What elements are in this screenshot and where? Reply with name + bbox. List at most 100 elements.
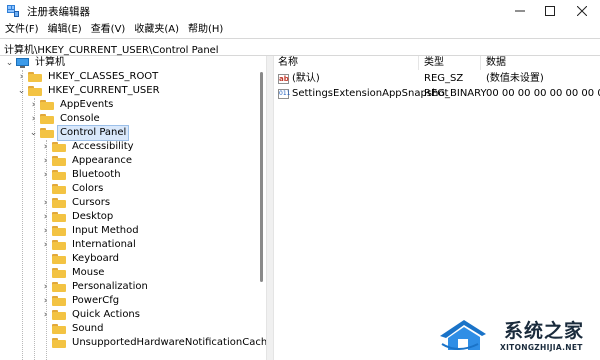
minimize-button[interactable] <box>504 0 536 22</box>
registry-tree[interactable]: ⌄ 计算机 › HKEY_CLASSES_ROOT ⌄ HKEY_CURRENT… <box>0 56 266 360</box>
value-data: 00 00 00 00 00 00 00 00 <box>486 88 600 99</box>
title-bar[interactable]: 注册表编辑器 <box>0 0 600 22</box>
tree-item-international[interactable]: › International <box>41 238 138 252</box>
tree-label: Mouse <box>72 267 105 278</box>
column-divider[interactable] <box>418 56 419 70</box>
address-bar[interactable]: 计算机\HKEY_CURRENT_USER\Control Panel <box>0 38 600 56</box>
tree-item-appearance[interactable]: › Appearance <box>41 154 134 168</box>
tree-label: Control Panel <box>56 125 130 141</box>
list-header: 名称 类型 数据 <box>273 56 600 70</box>
tree-item-unsupported-hw-cache[interactable]: › UnsupportedHardwareNotificationCache <box>41 336 266 350</box>
column-divider[interactable] <box>480 56 481 70</box>
folder-icon <box>52 212 66 222</box>
tree-item-bluetooth[interactable]: › Bluetooth <box>41 168 123 182</box>
tree-label: HKEY_CLASSES_ROOT <box>48 71 159 82</box>
tree-item-hkcu[interactable]: ⌄ HKEY_CURRENT_USER <box>17 84 162 98</box>
column-name[interactable]: 名称 <box>278 56 298 70</box>
chevron-down-icon[interactable]: ⌄ <box>17 84 26 98</box>
tree-item-desktop[interactable]: › Desktop <box>41 210 115 224</box>
tree-label: Desktop <box>72 211 114 222</box>
folder-icon <box>52 268 66 278</box>
column-data[interactable]: 数据 <box>486 56 506 70</box>
menu-edit[interactable]: 编辑(E) <box>43 22 86 38</box>
value-type: REG_SZ <box>424 73 464 84</box>
folder-icon <box>52 254 66 264</box>
folder-icon <box>52 324 66 334</box>
menu-favorites[interactable]: 收藏夹(A) <box>129 22 183 38</box>
maximize-button[interactable] <box>534 0 566 22</box>
folder-icon <box>52 156 66 166</box>
watermark-house-logo <box>438 314 488 354</box>
chevron-right-icon[interactable]: › <box>41 154 50 168</box>
folder-icon <box>28 72 42 82</box>
chevron-right-icon[interactable]: › <box>41 280 50 294</box>
tree-label: Personalization <box>72 281 148 292</box>
tree-item-input-method[interactable]: › Input Method <box>41 224 141 238</box>
value-name: (默认) <box>292 73 320 84</box>
chevron-right-icon[interactable]: › <box>41 224 50 238</box>
chevron-right-icon[interactable]: › <box>41 210 50 224</box>
column-type[interactable]: 类型 <box>424 56 444 70</box>
chevron-right-icon[interactable]: › <box>41 294 50 308</box>
menu-bar: 文件(F) 编辑(E) 查看(V) 收藏夹(A) 帮助(H) <box>0 22 600 38</box>
tree-item-sound[interactable]: › Sound <box>41 322 106 336</box>
address-path[interactable]: 计算机\HKEY_CURRENT_USER\Control Panel <box>4 41 219 56</box>
chevron-right-icon[interactable]: › <box>17 70 26 84</box>
value-row[interactable]: ab (默认) REG_SZ (数值未设置) <box>273 72 600 86</box>
chevron-down-icon[interactable]: ⌄ <box>29 126 38 140</box>
chevron-right-icon[interactable]: › <box>41 196 50 210</box>
folder-icon <box>52 282 66 292</box>
chevron-right-icon[interactable]: › <box>41 238 50 252</box>
tree-item-quick-actions[interactable]: › Quick Actions <box>41 308 142 322</box>
site-watermark: 系统之家 XITONGZHIJIA.NET <box>438 310 598 358</box>
value-data: (数值未设置) <box>486 73 544 84</box>
chevron-right-icon[interactable]: › <box>41 140 50 154</box>
tree-item-accessibility[interactable]: › Accessibility <box>41 140 136 154</box>
tree-item-appevents[interactable]: › AppEvents <box>29 98 115 112</box>
tree-label: International <box>72 239 136 250</box>
close-button[interactable] <box>566 0 598 22</box>
tree-item-cursors[interactable]: › Cursors <box>41 196 112 210</box>
tree-item-computer[interactable]: ⌄ 计算机 <box>5 56 67 70</box>
tree-label: HKEY_CURRENT_USER <box>48 85 160 96</box>
tree-guide-line <box>22 70 23 360</box>
menu-help[interactable]: 帮助(H) <box>183 22 227 38</box>
tree-label: UnsupportedHardwareNotificationCache <box>72 337 266 348</box>
folder-icon <box>40 114 54 124</box>
tree-label: Appearance <box>72 155 133 166</box>
chevron-right-icon[interactable]: › <box>41 308 50 322</box>
chevron-right-icon[interactable]: › <box>29 112 38 126</box>
tree-item-personalization[interactable]: › Personalization <box>41 280 150 294</box>
folder-icon <box>52 170 66 180</box>
watermark-url: XITONGZHIJIA.NET <box>500 343 583 352</box>
value-row[interactable]: 011 SettingsExtensionAppSnapshot REG_BIN… <box>273 87 600 101</box>
folder-icon <box>52 198 66 208</box>
tree-scrollbar[interactable] <box>258 56 266 360</box>
tree-label: PowerCfg <box>72 295 120 306</box>
tree-item-keyboard[interactable]: › Keyboard <box>41 252 121 266</box>
window-title: 注册表编辑器 <box>27 5 90 18</box>
tree-label: Accessibility <box>72 141 134 152</box>
computer-icon <box>16 58 29 68</box>
folder-icon <box>52 240 66 250</box>
tree-item-control-panel[interactable]: ⌄ Control Panel <box>29 125 130 141</box>
chevron-right-icon[interactable]: › <box>41 168 50 182</box>
menu-view[interactable]: 查看(V) <box>86 22 130 38</box>
tree-label: Keyboard <box>72 253 120 264</box>
tree-item-hkcr[interactable]: › HKEY_CLASSES_ROOT <box>17 70 160 84</box>
folder-open-icon <box>28 86 42 96</box>
tree-item-powercfg[interactable]: › PowerCfg <box>41 294 121 308</box>
tree-scrollbar-thumb[interactable] <box>260 72 263 282</box>
tree-item-console[interactable]: › Console <box>29 112 102 126</box>
tree-label: Input Method <box>72 225 139 236</box>
registry-editor-window: 注册表编辑器 文件(F) 编辑(E) 查看(V) 收藏夹(A) 帮助(H) 计算… <box>0 0 600 360</box>
tree-item-mouse[interactable]: › Mouse <box>41 266 106 280</box>
menu-file[interactable]: 文件(F) <box>0 22 43 38</box>
tree-item-colors[interactable]: › Colors <box>41 182 105 196</box>
folder-icon <box>52 310 66 320</box>
folder-icon <box>52 296 66 306</box>
tree-label: Cursors <box>72 197 111 208</box>
tree-label: Sound <box>72 323 104 334</box>
chevron-right-icon[interactable]: › <box>29 98 38 112</box>
chevron-down-icon[interactable]: ⌄ <box>5 56 14 70</box>
